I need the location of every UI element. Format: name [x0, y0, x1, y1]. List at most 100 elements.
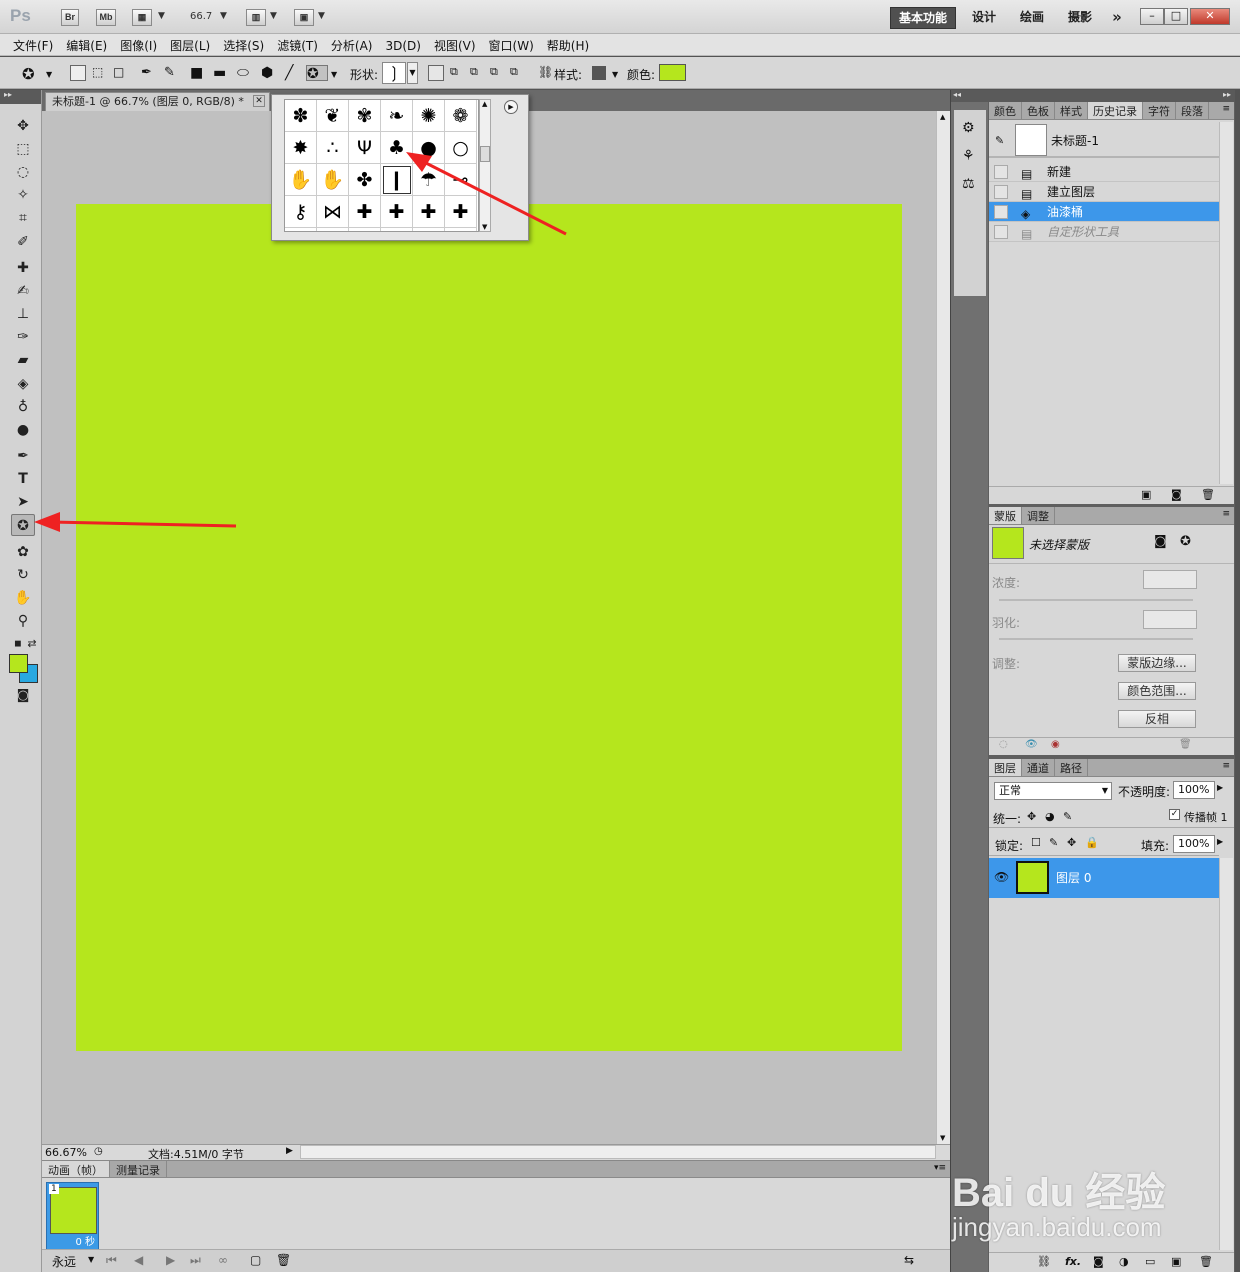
load-selection-icon[interactable]: ◌ — [999, 739, 1008, 750]
style-swatch[interactable] — [592, 66, 606, 80]
history-checkbox[interactable] — [994, 205, 1008, 219]
scroll-down-icon[interactable]: ▼ — [940, 1134, 945, 1142]
opacity-slider-icon[interactable]: ▶ — [1217, 783, 1223, 792]
shape-cell[interactable]: ✚ — [349, 196, 381, 228]
pen-tool-icon[interactable]: ✒ — [11, 445, 35, 467]
dodge-tool-icon[interactable]: ● — [11, 419, 35, 441]
propagate-frame-checkbox[interactable]: ✓ — [1169, 809, 1180, 820]
panel-menu-icon[interactable]: ▾≡ — [934, 1163, 946, 1173]
adjustment-layer-icon[interactable]: ◑ — [1119, 1255, 1129, 1268]
history-item[interactable]: ▤ 自定形状工具 — [989, 222, 1219, 242]
intersect-shape-icon[interactable]: ⧉ — [490, 65, 506, 81]
tool-preset-icon[interactable]: ✪ — [22, 65, 38, 83]
tab-animation[interactable]: 动画（帧） — [42, 1161, 110, 1177]
workspace-painting-button[interactable]: 绘画 — [1012, 7, 1052, 29]
add-vector-mask-icon[interactable]: ✪ — [1180, 534, 1191, 549]
shape-cell[interactable]: Ψ — [349, 132, 381, 164]
shape-cell[interactable]: ✺ — [413, 100, 445, 132]
horizontal-scrollbar[interactable] — [300, 1145, 936, 1159]
new-shape-layer-icon[interactable] — [428, 65, 444, 81]
bridge-button[interactable]: Br — [61, 9, 79, 26]
fill-input[interactable]: 100% — [1173, 835, 1215, 853]
tab-color[interactable]: 颜色 — [989, 102, 1022, 119]
shape-preview[interactable]: ❳ — [382, 62, 406, 84]
timeline-convert-icon[interactable]: ⇆ — [904, 1253, 914, 1267]
chevron-down-icon[interactable]: ▼ — [46, 70, 62, 86]
shape-cell[interactable]: ✋ — [317, 164, 349, 196]
tool-presets-icon[interactable]: ⚙ — [962, 120, 975, 136]
history-item[interactable]: ▤ 新建 — [989, 162, 1219, 182]
menu-analysis[interactable]: 分析(A) — [318, 34, 373, 54]
panel-grip[interactable]: ▸▸ — [988, 90, 1235, 102]
previous-frame-icon[interactable]: ◀ — [134, 1253, 143, 1267]
menu-window[interactable]: 窗口(W) — [476, 34, 534, 54]
tab-paragraph[interactable]: 段落 — [1176, 102, 1209, 119]
shape-layers-mode-icon[interactable] — [70, 65, 86, 81]
link-layers-icon[interactable]: ⛓ — [1037, 1255, 1051, 1268]
arrange-documents-button[interactable]: ▥ — [246, 9, 266, 26]
history-snapshot[interactable]: ✎ 未标题-1 — [989, 122, 1219, 158]
type-tool-icon[interactable]: T — [11, 468, 35, 490]
layer-row[interactable]: 👁 图层 0 — [989, 858, 1219, 898]
next-frame-icon[interactable]: ⏭ — [190, 1253, 201, 1268]
feather-input[interactable] — [1143, 610, 1197, 629]
tab-swatches[interactable]: 色板 — [1022, 102, 1055, 119]
path-selection-tool-icon[interactable]: ➤ — [11, 491, 35, 513]
chevron-down-icon[interactable]: ▼ — [158, 11, 165, 21]
mask-edge-button[interactable]: 蒙版边缘... — [1118, 654, 1196, 672]
shape-picker-dropdown[interactable]: ▼ — [407, 62, 418, 84]
3d-orbit-tool-icon[interactable]: ↻ — [11, 564, 35, 586]
more-workspaces-icon[interactable]: » — [1106, 7, 1128, 29]
move-tool-icon[interactable]: ✥ — [11, 115, 35, 137]
picker-menu-icon[interactable]: ▶ — [504, 100, 518, 114]
menu-select[interactable]: 选择(S) — [210, 34, 264, 54]
shape-cell[interactable]: ╲ — [349, 228, 381, 231]
unify-visibility-icon[interactable]: ◕ — [1045, 810, 1055, 823]
unify-style-icon[interactable]: ✎ — [1063, 810, 1072, 823]
foreground-color-swatch[interactable] — [9, 654, 28, 673]
tab-paths[interactable]: 路径 — [1055, 759, 1088, 776]
layers-scrollbar[interactable] — [1219, 858, 1233, 1250]
document-tab[interactable]: 未标题-1 @ 66.7% (图层 0, RGB/8) * ✕ — [45, 92, 270, 111]
panel-grip[interactable]: ▸▸ — [0, 90, 41, 104]
zoom-percentage[interactable]: 66.67% — [45, 1146, 87, 1159]
workspace-photography-button[interactable]: 摄影 — [1060, 7, 1100, 29]
hand-tool-icon[interactable]: ✋ — [11, 587, 35, 609]
menu-layer[interactable]: 图层(L) — [157, 34, 210, 54]
3d-rotate-tool-icon[interactable]: ✿ — [11, 541, 35, 563]
swap-colors-icon[interactable]: ⇄ — [20, 633, 44, 655]
screen-mode-button[interactable]: ▣ — [294, 9, 314, 26]
scroll-up-icon[interactable]: ▲ — [482, 100, 487, 108]
tween-icon[interactable]: ∞ — [218, 1253, 228, 1267]
panel-menu-icon[interactable]: ≡ — [1222, 761, 1230, 771]
minimize-button[interactable]: – — [1140, 8, 1164, 25]
lock-transparency-icon[interactable]: ☐ — [1031, 836, 1041, 849]
shape-cell[interactable]: ❦ — [317, 100, 349, 132]
freeform-pen-icon[interactable]: ✎ — [164, 65, 180, 81]
chevron-down-icon[interactable]: ▼ — [220, 11, 227, 21]
chevron-down-icon[interactable]: ▼ — [88, 1255, 94, 1264]
disable-mask-icon[interactable]: ◉ — [1051, 739, 1060, 750]
history-checkbox[interactable] — [994, 165, 1008, 179]
crop-tool-icon[interactable]: ⌗ — [11, 207, 35, 229]
add-to-shape-icon[interactable]: ⧉ — [450, 65, 466, 81]
shape-cell[interactable]: ❁ — [445, 100, 477, 132]
feather-slider[interactable] — [999, 638, 1193, 640]
shape-cell[interactable]: ∴ — [317, 132, 349, 164]
clone-source-icon[interactable]: ⚖ — [962, 176, 975, 192]
history-checkbox[interactable] — [994, 185, 1008, 199]
history-brush-source-icon[interactable]: ✎ — [995, 134, 1004, 147]
shape-cell[interactable]: ✾ — [349, 100, 381, 132]
pen-icon[interactable]: ✒ — [141, 65, 157, 81]
lock-position-icon[interactable]: ✥ — [1067, 836, 1076, 849]
status-options-icon[interactable]: ◷ — [94, 1146, 103, 1157]
close-icon[interactable]: ✕ — [253, 95, 265, 107]
eyedropper-tool-icon[interactable]: ✐ — [11, 231, 35, 253]
paths-mode-icon[interactable]: ⬚ — [92, 65, 108, 81]
chevron-down-icon[interactable]: ▼ — [270, 11, 277, 21]
tab-adjustments[interactable]: 调整 — [1022, 507, 1055, 524]
minibridge-button[interactable]: Mb — [96, 9, 116, 26]
history-brush-tool-icon[interactable]: ✑ — [11, 326, 35, 348]
status-menu-icon[interactable]: ▶ — [286, 1146, 293, 1156]
zoom-tool-icon[interactable]: ⚲ — [11, 610, 35, 632]
